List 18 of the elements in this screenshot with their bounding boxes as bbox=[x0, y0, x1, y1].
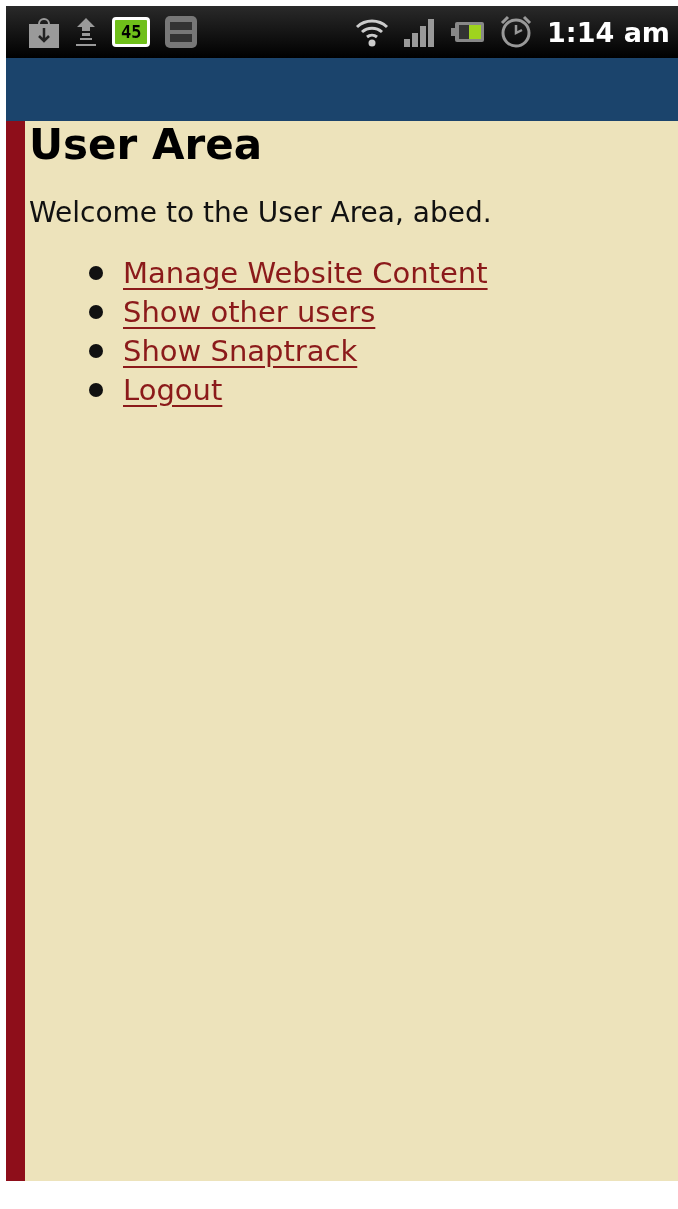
download-icon bbox=[28, 16, 60, 48]
battery-level-badge: 45 bbox=[112, 17, 151, 47]
bullet-icon bbox=[89, 343, 103, 358]
menu-link[interactable]: Show Snaptrack bbox=[123, 333, 358, 368]
wifi-icon bbox=[355, 17, 390, 47]
bullet-icon bbox=[89, 382, 103, 397]
welcome-text: Welcome to the User Area, abed. bbox=[29, 195, 492, 231]
menu-link[interactable]: Manage Website Content bbox=[123, 255, 488, 290]
menu-link[interactable]: Logout bbox=[123, 372, 223, 407]
bullet-icon bbox=[89, 304, 103, 319]
alarm-clock-icon bbox=[499, 15, 534, 49]
upload-icon bbox=[74, 16, 98, 48]
battery-icon bbox=[451, 21, 486, 43]
clock-time: 1:14 am bbox=[547, 16, 670, 48]
page-title: User Area bbox=[29, 121, 262, 169]
menu-link[interactable]: Show other users bbox=[123, 294, 376, 329]
device-icon bbox=[164, 15, 199, 49]
bullet-icon bbox=[89, 265, 103, 280]
